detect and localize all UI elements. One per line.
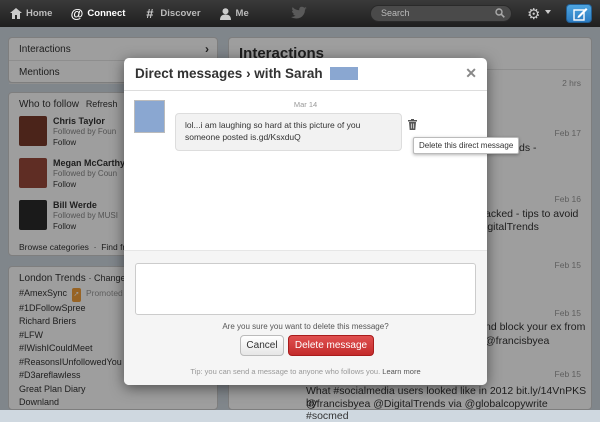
nav-discover-label: Discover: [160, 8, 201, 19]
nav-me[interactable]: Me: [210, 0, 258, 27]
trash-icon[interactable]: [408, 119, 417, 130]
nav-discover[interactable]: # Discover: [134, 0, 209, 27]
nav-me-label: Me: [235, 8, 249, 19]
chevron-down-icon[interactable]: [545, 10, 551, 14]
top-navigation-bar: Home @ Connect # Discover Me Search ⚙: [0, 0, 600, 27]
tip-text: Tip: you can send a message to anyone wh…: [190, 367, 381, 376]
compose-tweet-button[interactable]: [566, 4, 592, 23]
search-icon[interactable]: [495, 8, 505, 18]
at-sign-icon: @: [70, 6, 84, 21]
gear-icon[interactable]: ⚙: [527, 5, 540, 23]
redacted-name-block: [330, 67, 359, 80]
nav-connect-label: Connect: [87, 8, 126, 19]
close-icon[interactable]: ✕: [465, 65, 477, 82]
dialog-tip: Tip: you can send a message to anyone wh…: [124, 367, 487, 376]
learn-more-link[interactable]: Learn more: [382, 367, 420, 376]
nav-home[interactable]: Home: [0, 0, 61, 27]
dialog-title: Direct messages › with Sarah: [135, 66, 323, 81]
user-icon: [219, 7, 232, 20]
compose-icon: [573, 8, 588, 21]
twitter-bird-icon[interactable]: [290, 6, 308, 20]
message-date: Mar 14: [293, 100, 318, 109]
delete-message-button[interactable]: Delete message: [288, 335, 374, 356]
direct-messages-dialog: Direct messages › with Sarah ✕ Mar 14 lo…: [124, 58, 487, 385]
message-textarea[interactable]: [135, 263, 476, 315]
dialog-header: Direct messages › with Sarah ✕: [124, 58, 487, 91]
delete-confirmation-text: Are you sure you want to delete this mes…: [222, 322, 389, 331]
dialog-compose-area: Are you sure you want to delete this mes…: [124, 250, 487, 385]
home-icon: [9, 7, 22, 20]
search-input[interactable]: Search: [370, 5, 512, 22]
nav-home-label: Home: [26, 8, 53, 19]
cancel-button[interactable]: Cancel: [240, 335, 284, 356]
conversation-thread: Mar 14 lol...i am laughing so hard at th…: [124, 92, 487, 250]
delete-tooltip: Delete this direct message: [413, 137, 520, 154]
nav-connect[interactable]: @ Connect: [61, 0, 134, 27]
message-bubble: lol...i am laughing so hard at this pict…: [175, 113, 402, 151]
hashtag-icon: #: [146, 6, 154, 21]
